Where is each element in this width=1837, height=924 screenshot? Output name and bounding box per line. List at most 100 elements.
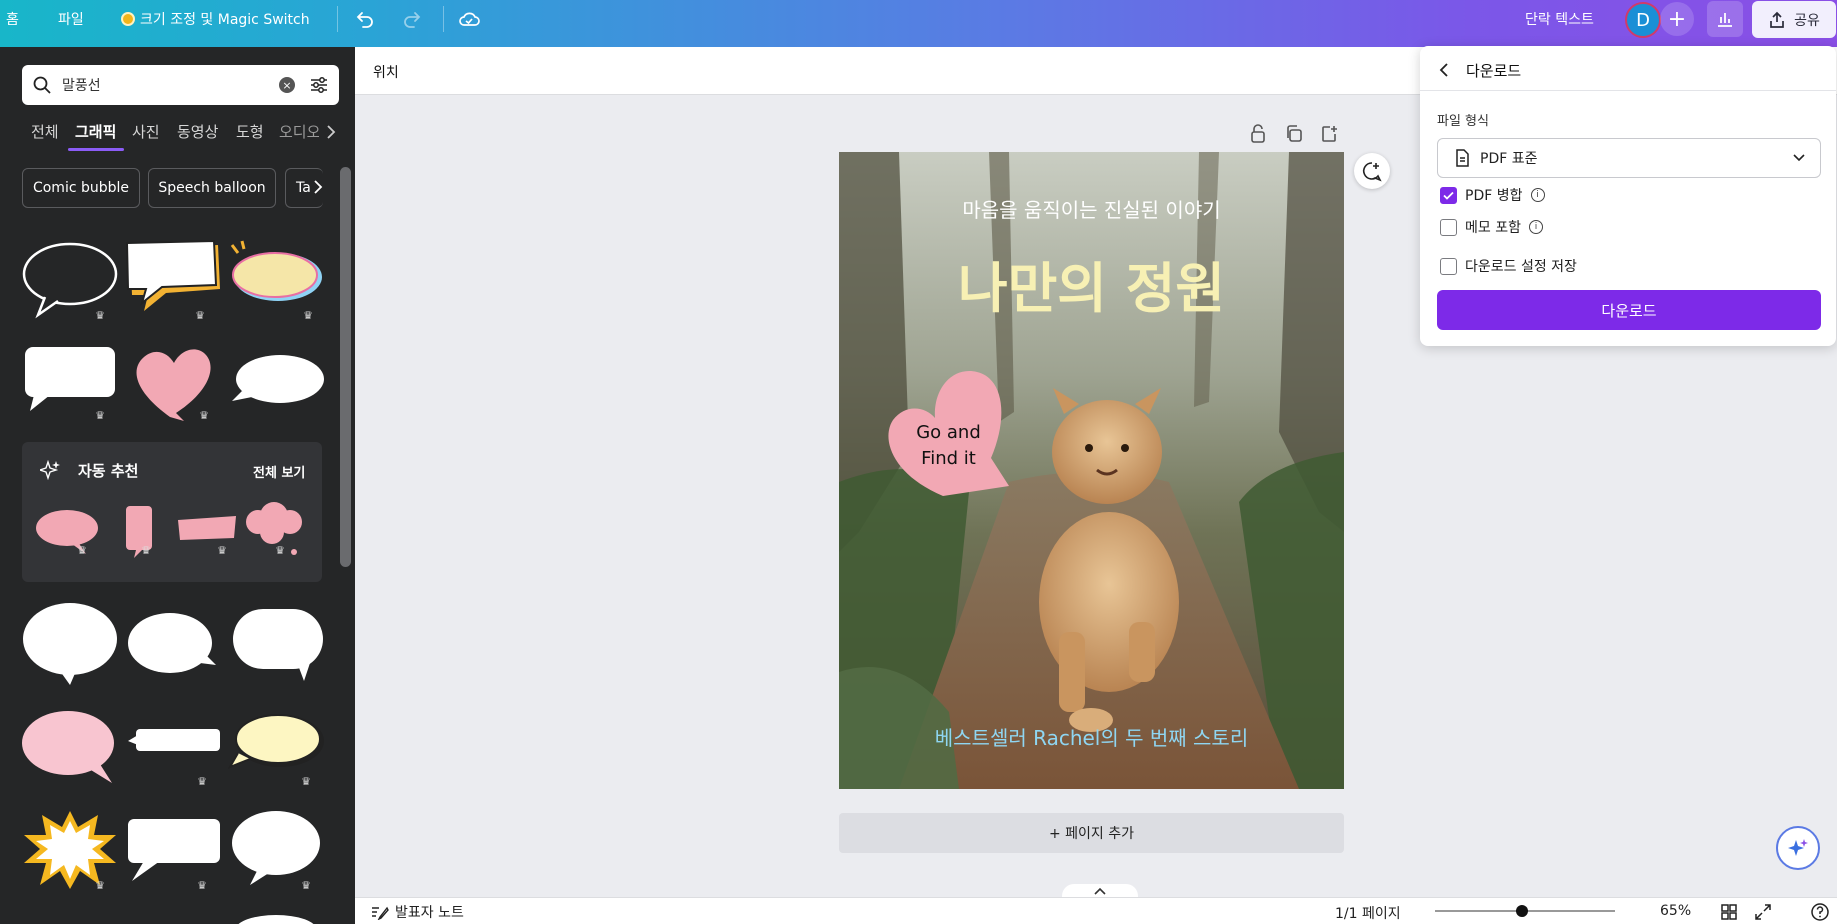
text-style-label: 단락 텍스트 [1525,11,1594,28]
speech-bubble-graphic[interactable] [228,599,328,689]
premium-crown-icon: ♛ [141,543,151,557]
fullscreen-icon[interactable] [1754,903,1772,921]
sparkles-icon [40,460,60,480]
magic-assistant-button[interactable] [1776,826,1820,870]
duplicate-icon[interactable] [1285,124,1303,144]
tab-shapes[interactable]: 도형 [236,121,264,142]
speech-bubble-graphic[interactable]: ♛ [20,805,120,895]
add-page-button[interactable]: + 페이지 추가 [839,813,1344,853]
file-menu[interactable]: 파일 [58,0,84,37]
white-rounded-bubble-icon [233,609,323,681]
lock-icon[interactable] [1249,124,1267,144]
merge-pdf-option[interactable]: PDF 병합 i [1440,185,1545,205]
info-icon[interactable]: i [1530,188,1545,202]
premium-crown-icon: ♛ [301,774,311,788]
speech-bubble-graphic[interactable]: ♛ [124,805,224,895]
info-icon[interactable]: i [1528,220,1543,234]
premium-crown-icon: ♛ [275,543,285,557]
include-notes-checkbox[interactable] [1440,218,1457,236]
speech-bubble-graphic[interactable]: ♛ [228,237,328,327]
heart-speech-bubble[interactable]: Go and Find it [881,366,1016,506]
chip-comic-bubble[interactable]: Comic bubble [22,168,140,208]
resize-magic-switch-button[interactable]: 크기 조정 및 Magic Switch [121,0,310,37]
suggestion-item[interactable]: ♛ [174,504,240,560]
presenter-notes-button[interactable]: 발표자 노트 [371,902,464,922]
speech-bubble-graphic[interactable] [124,599,224,689]
avatar[interactable]: D [1625,2,1661,38]
canvas-title[interactable]: 나만의 정원 [839,244,1344,323]
canvas-footer-text[interactable]: 베스트셀러 Rachel의 두 번째 스토리 [839,722,1344,751]
speech-bubble-graphic[interactable] [20,599,120,689]
include-notes-label: 메모 포함 [1465,220,1521,236]
zoom-percentage[interactable]: 65% [1660,903,1691,919]
divider [443,6,444,32]
suggestion-item[interactable]: ♛ [118,504,158,560]
filter-sliders-icon[interactable] [309,75,329,95]
undo-button[interactable] [348,2,382,36]
tab-graphics[interactable]: 그래픽 [75,121,116,142]
text-style-indicator[interactable]: 단락 텍스트 [1525,0,1594,37]
premium-crown-icon: ♛ [95,308,105,322]
download-button[interactable]: 다운로드 [1437,290,1821,330]
speech-bubble-graphic[interactable]: ♛ [227,703,328,793]
insights-button[interactable] [1707,1,1743,37]
search-input[interactable]: 말풍선 [62,75,279,95]
suggestion-item[interactable]: ♛ [34,504,100,560]
tab-all[interactable]: 전체 [31,121,59,142]
premium-crown-icon: ♛ [303,308,313,322]
cloud-save-button[interactable] [452,2,486,36]
tab-audio[interactable]: 오디오 [279,121,319,142]
speech-bubble-graphic[interactable] [228,339,328,429]
save-settings-option[interactable]: 다운로드 설정 저장 [1440,256,1577,276]
panel-scrollbar-thumb[interactable] [340,167,351,567]
canvas-subtitle[interactable]: 마음을 움직이는 진실된 이야기 [839,194,1344,223]
help-icon[interactable] [1810,902,1830,922]
file-format-select[interactable]: PDF 표준 [1437,138,1821,178]
merge-pdf-checkbox[interactable] [1440,186,1457,204]
show-pages-toggle[interactable] [1062,884,1138,898]
design-page[interactable]: 마음을 움직이는 진실된 이야기 나만의 정원 Go and Find it 베… [839,152,1344,789]
speech-bubble-graphic[interactable]: ♛ [124,703,224,793]
top-bar: 홈 파일 크기 조정 및 Magic Switch 단락 텍스트 D + 공유 [0,0,1837,47]
comment-button[interactable] [1354,153,1390,189]
position-button[interactable]: 위치 [373,62,399,82]
share-label: 공유 [1794,12,1820,29]
speech-bubble-graphic[interactable] [228,907,328,924]
speech-bubble-graphic[interactable]: ♛ [124,237,224,327]
speech-bubble-graphic[interactable] [20,703,120,793]
grid-view-icon[interactable] [1720,903,1738,921]
speech-bubble-graphic[interactable]: ♛ [20,339,120,429]
add-collaborator-button[interactable]: + [1660,2,1694,36]
tab-photos[interactable]: 사진 [132,121,160,142]
speech-bubble-graphic[interactable]: ♛ [228,805,328,895]
add-page-icon[interactable] [1320,124,1338,144]
bottom-bar: 발표자 노트 1/1 페이지 65% [355,897,1837,924]
zoom-slider[interactable] [1435,904,1615,918]
add-page-label: + 페이지 추가 [1048,826,1135,842]
share-upload-icon [1770,11,1784,28]
speech-bubble-graphic[interactable]: ♛ [124,339,224,429]
speech-bubble-graphic[interactable]: ♛ [20,237,120,327]
chip-speech-balloon[interactable]: Speech balloon [148,168,276,208]
include-notes-option[interactable]: 메모 포함 i [1440,217,1543,237]
clear-search-icon[interactable]: × [279,77,295,93]
premium-crown-icon: ♛ [77,543,87,557]
pink-oval-bubble-icon [36,510,98,554]
tabs-next-icon[interactable] [326,124,336,140]
chips-next-icon[interactable] [313,179,323,195]
pink-banner-bubble-icon [178,516,236,540]
tab-videos[interactable]: 동영상 [177,121,218,142]
zoom-slider-thumb[interactable] [1515,905,1528,917]
file-label: 파일 [58,11,84,28]
see-all-link[interactable]: 전체 보기 [253,462,305,481]
save-settings-checkbox[interactable] [1440,257,1457,275]
premium-crown-icon: ♛ [197,774,207,788]
share-button[interactable]: 공유 [1752,1,1836,38]
suggestion-item[interactable]: ♛ [242,494,308,560]
white-ellipse-bubble-icon [238,915,314,924]
page-indicator[interactable]: 1/1 페이지 [1335,903,1401,923]
back-arrow-icon[interactable] [1438,62,1450,78]
redo-button[interactable] [395,2,429,36]
search-box[interactable]: 말풍선 × [22,65,339,105]
home-menu[interactable]: 홈 [6,0,19,37]
